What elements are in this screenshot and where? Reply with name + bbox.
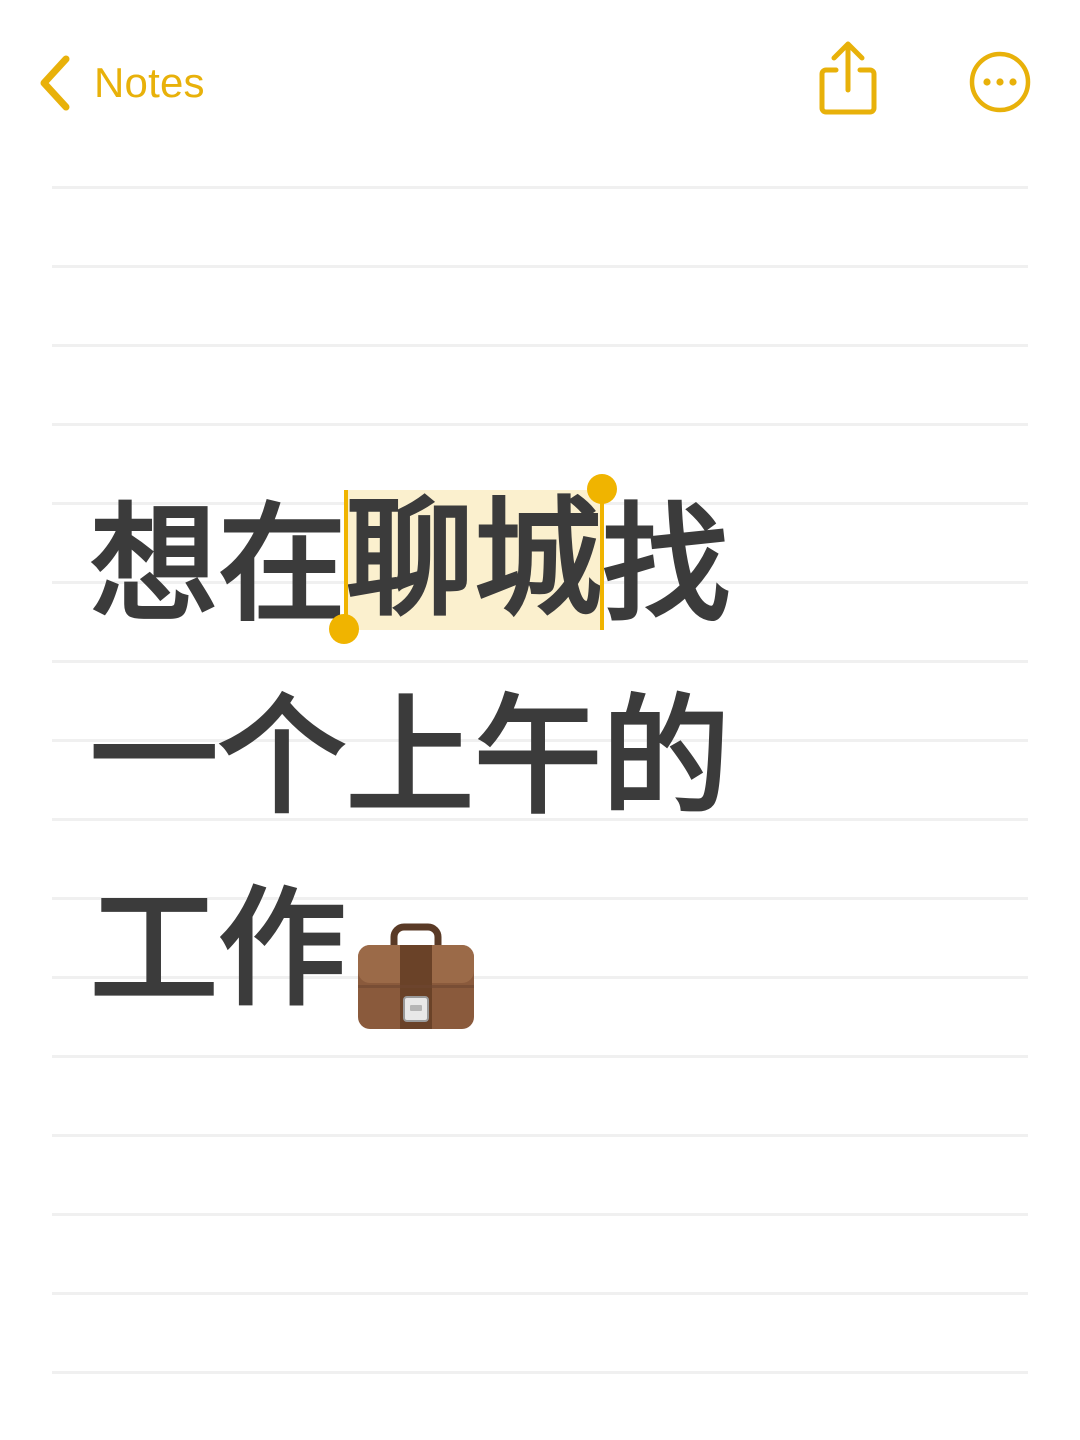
note-line-1: 想在 聊城找 [90, 470, 1010, 662]
share-button[interactable] [812, 40, 884, 116]
ellipsis-circle-icon [969, 51, 1031, 113]
note-text-area[interactable]: 想在 聊城找 一个上午的 工作 [90, 470, 1010, 1046]
selection-start-knob[interactable] [329, 614, 360, 644]
ruled-line [52, 265, 1028, 268]
selection-end-knob[interactable] [587, 474, 618, 504]
chevron-left-icon [40, 55, 70, 111]
navigation-bar: Notes [0, 0, 1080, 160]
briefcase-icon [354, 892, 478, 1084]
selection-end-handle[interactable] [600, 490, 605, 630]
ruled-line [52, 1055, 1028, 1058]
back-button[interactable]: Notes [38, 52, 205, 114]
ruled-line [52, 1134, 1028, 1137]
ruled-line [52, 344, 1028, 347]
more-options-button[interactable] [968, 50, 1032, 114]
ruled-line [52, 1213, 1028, 1216]
share-icon [819, 41, 877, 115]
selected-text: 聊城 [346, 485, 603, 634]
ruled-line [52, 423, 1028, 426]
text-selection[interactable]: 聊城 [329, 474, 618, 644]
ruled-line [52, 1371, 1028, 1374]
selection-start-handle[interactable] [344, 490, 349, 630]
note-text: 工作 [90, 875, 347, 1024]
note-text: 找 [602, 491, 731, 640]
back-label: Notes [94, 59, 205, 106]
note-line-3: 工作 [90, 854, 1010, 1046]
note-line-2: 一个上午的 [90, 683, 731, 832]
ruled-line [52, 186, 1028, 189]
ruled-line [52, 1292, 1028, 1295]
note-text: 想在 [90, 491, 347, 640]
